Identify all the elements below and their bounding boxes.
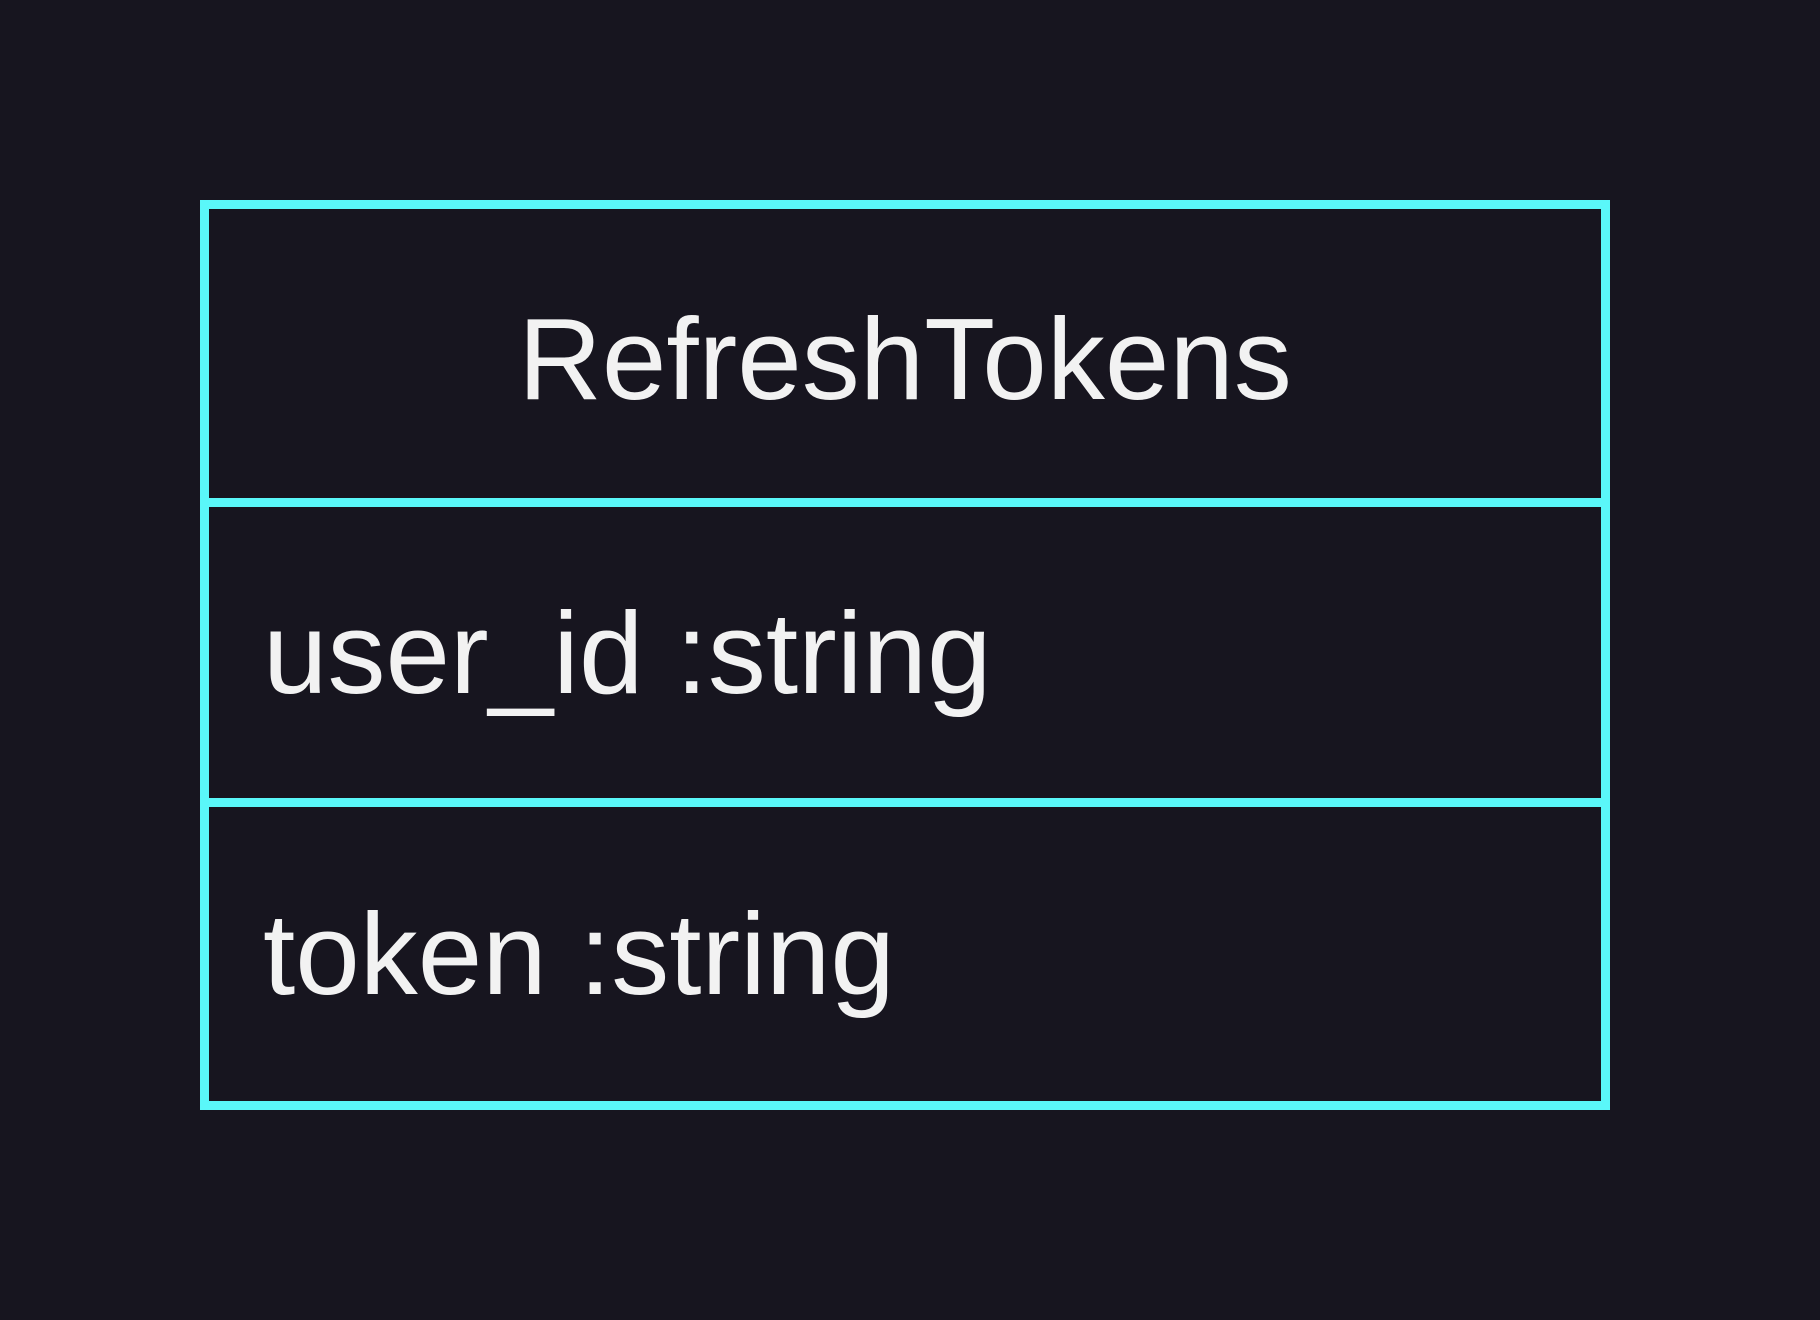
attribute-label: user_id :string <box>263 587 992 718</box>
entity-box-refresh-tokens[interactable]: RefreshTokens user_id :string token :str… <box>200 200 1610 1110</box>
entity-attribute-token: token :string <box>209 807 1601 1101</box>
entity-header: RefreshTokens <box>209 209 1601 507</box>
entity-attribute-user-id: user_id :string <box>209 507 1601 807</box>
attribute-label: token :string <box>263 889 895 1019</box>
entity-title: RefreshTokens <box>518 293 1292 424</box>
